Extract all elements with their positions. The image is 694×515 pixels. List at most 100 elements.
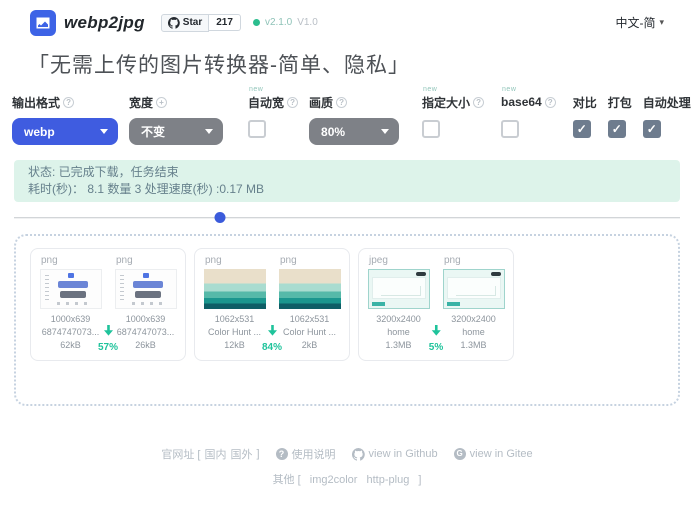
control-auto-width: new 自动宽 ? bbox=[248, 95, 298, 138]
help-icon: ? bbox=[276, 448, 288, 460]
app-title: webp2jpg bbox=[64, 13, 145, 33]
image-name: Color Hunt ... bbox=[283, 326, 336, 339]
result-cards: png 1000x639 6874747073... 62kB png bbox=[30, 248, 664, 361]
status-line-2: 耗时(秒)： 8.1 数量 3 处理速度(秒) :0.17 MB bbox=[28, 181, 666, 198]
github-icon bbox=[168, 17, 180, 29]
link-abroad[interactable]: 国外 bbox=[230, 446, 252, 462]
control-output-format: 输出格式 ? webp bbox=[12, 95, 118, 145]
info-icon[interactable]: ? bbox=[545, 97, 556, 108]
image-size: 62kB bbox=[42, 339, 100, 352]
top-bar: webp2jpg Star 217 v2.1.0 V1.0 中文-简 ▾ bbox=[0, 0, 694, 36]
compare-label: 对比 bbox=[573, 95, 597, 109]
github-star-button[interactable]: Star bbox=[161, 14, 209, 32]
github-star-widget[interactable]: Star 217 bbox=[161, 14, 241, 32]
info-icon[interactable]: ? bbox=[287, 97, 298, 108]
quality-value: 80% bbox=[321, 125, 345, 139]
original-image[interactable]: png 1062x531 Color Hunt ... 12kB bbox=[197, 255, 272, 352]
image-name: home bbox=[451, 326, 496, 339]
download-button[interactable]: 57% bbox=[98, 324, 118, 353]
language-selector[interactable]: 中文-简 ▾ bbox=[615, 14, 664, 31]
site-prefix: 官网址 [ bbox=[161, 446, 200, 462]
format-label: png bbox=[205, 255, 222, 266]
auto-width-label: 自动宽 ? bbox=[248, 95, 298, 109]
format-label: png bbox=[444, 255, 461, 266]
info-icon[interactable]: ? bbox=[63, 97, 74, 108]
help-link[interactable]: ? 使用说明 bbox=[276, 446, 336, 462]
compare-checkbox[interactable] bbox=[573, 120, 591, 138]
image-size: 1.3MB bbox=[451, 339, 496, 352]
site-suffix: ] bbox=[256, 448, 259, 460]
control-auto-process: 自动处理 bbox=[643, 95, 691, 138]
image-dimensions: 3200x2400 bbox=[376, 313, 421, 326]
pack-checkbox[interactable] bbox=[608, 120, 626, 138]
control-compare: 对比 bbox=[573, 95, 597, 138]
thumbnail-diagram[interactable] bbox=[40, 269, 102, 309]
original-image[interactable]: png 1000x639 6874747073... 62kB bbox=[33, 255, 108, 352]
control-size-limit: new 指定大小 ? bbox=[422, 95, 484, 138]
slider-handle[interactable] bbox=[215, 212, 226, 223]
converted-image[interactable]: png 1062x531 Color Hunt ... 2kB bbox=[272, 255, 347, 352]
output-format-label: 输出格式 ? bbox=[12, 95, 118, 109]
image-size: 1.3MB bbox=[376, 339, 421, 352]
github-link[interactable]: view in Github bbox=[352, 448, 438, 461]
download-button[interactable]: 84% bbox=[262, 324, 282, 353]
download-icon bbox=[102, 325, 113, 337]
link-http-plug[interactable]: http-plug bbox=[367, 474, 410, 486]
info-icon[interactable]: ? bbox=[473, 97, 484, 108]
size-limit-label: 指定大小 ? bbox=[422, 95, 484, 109]
control-width: 宽度 + 不变 bbox=[129, 95, 223, 145]
link-domestic[interactable]: 国内 bbox=[204, 446, 226, 462]
thumbnail-diagram[interactable] bbox=[115, 269, 177, 309]
site-links: 官网址 [ 国内 国外 ] bbox=[161, 446, 259, 462]
result-card: png 1062x531 Color Hunt ... 12kB png 106… bbox=[194, 248, 350, 361]
width-select[interactable]: 不变 bbox=[129, 118, 223, 145]
base64-checkbox[interactable] bbox=[501, 120, 519, 138]
converted-image[interactable]: png 3200x2400 home 1.3MB bbox=[436, 255, 511, 352]
thumbnail-color-stripes[interactable] bbox=[279, 269, 341, 309]
width-value: 不变 bbox=[141, 123, 165, 140]
original-image[interactable]: jpeg 3200x2400 home 1.3MB bbox=[361, 255, 436, 352]
language-label: 中文-简 bbox=[615, 14, 655, 31]
new-tag: new bbox=[423, 86, 437, 93]
status-panel: 状态: 已完成下载，任务结束 耗时(秒)： 8.1 数量 3 处理速度(秒) :… bbox=[14, 160, 680, 202]
github-star-label: Star bbox=[183, 17, 202, 28]
gitee-link[interactable]: G view in Gitee bbox=[454, 448, 533, 460]
chevron-down-icon: ▾ bbox=[659, 17, 664, 28]
result-card: jpeg 3200x2400 home 1.3MB png bbox=[358, 248, 514, 361]
ui-version: V1.0 bbox=[297, 17, 318, 28]
status-line-1: 状态: 已完成下载，任务结束 bbox=[28, 164, 666, 181]
compression-percent: 5% bbox=[429, 342, 443, 353]
chevron-down-icon bbox=[381, 129, 389, 134]
info-icon[interactable]: ? bbox=[336, 97, 347, 108]
thumbnail-screenshot[interactable] bbox=[368, 269, 430, 309]
others-suffix: ] bbox=[418, 474, 421, 486]
webp2jpg-app: webp2jpg Star 217 v2.1.0 V1.0 中文-简 ▾ 「无需… bbox=[0, 0, 694, 515]
control-quality: 画质 ? 80% bbox=[309, 95, 399, 145]
quality-select[interactable]: 80% bbox=[309, 118, 399, 145]
image-dimensions: 1062x531 bbox=[208, 313, 261, 326]
image-dropzone[interactable]: png 1000x639 6874747073... 62kB png bbox=[14, 234, 680, 406]
compression-percent: 57% bbox=[98, 342, 118, 353]
footer: 官网址 [ 国内 国外 ] ? 使用说明 view in Github G vi… bbox=[0, 446, 694, 487]
image-name: 6874747073... bbox=[42, 326, 100, 339]
image-dimensions: 1000x639 bbox=[117, 313, 175, 326]
thumbnail-color-stripes[interactable] bbox=[204, 269, 266, 309]
image-size: 12kB bbox=[208, 339, 261, 352]
size-limit-checkbox[interactable] bbox=[422, 120, 440, 138]
online-status-dot-icon bbox=[253, 19, 260, 26]
auto-process-checkbox[interactable] bbox=[643, 120, 661, 138]
chevron-down-icon bbox=[100, 129, 108, 134]
github-star-count[interactable]: 217 bbox=[209, 14, 241, 31]
new-tag: new bbox=[249, 86, 263, 93]
auto-width-checkbox[interactable] bbox=[248, 120, 266, 138]
link-img2color[interactable]: img2color bbox=[310, 474, 358, 486]
converted-image[interactable]: png 1000x639 6874747073... 26kB bbox=[108, 255, 183, 352]
thumbnail-screenshot[interactable] bbox=[443, 269, 505, 309]
github-link-label: view in Github bbox=[369, 448, 438, 460]
download-button[interactable]: 5% bbox=[429, 324, 443, 353]
output-format-select[interactable]: webp bbox=[12, 118, 118, 145]
new-tag: new bbox=[502, 86, 516, 93]
image-dimensions: 1000x639 bbox=[42, 313, 100, 326]
add-icon[interactable]: + bbox=[156, 97, 167, 108]
slider-track[interactable] bbox=[14, 217, 680, 219]
